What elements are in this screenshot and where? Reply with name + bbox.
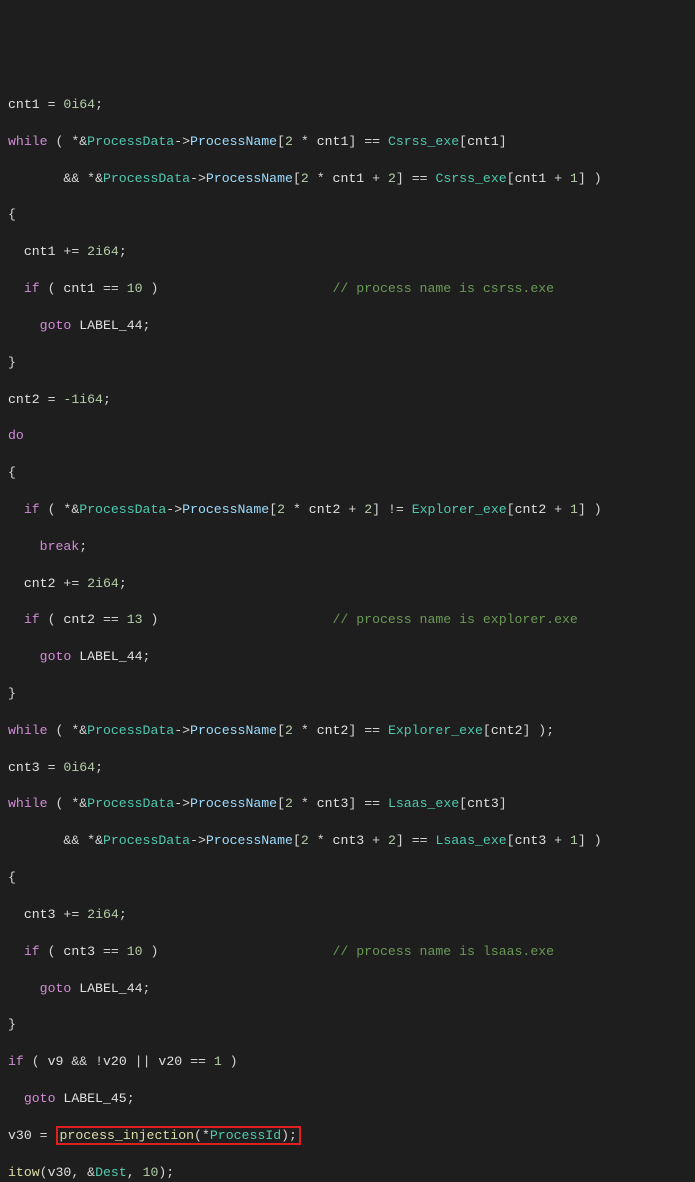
code-line: if ( cnt3 == 10 ) // process name is lsa… — [8, 943, 695, 961]
code-line: itow(v30, &Dest, 10); — [8, 1164, 695, 1182]
highlight-box: process_injection(*ProcessId); — [56, 1126, 301, 1145]
code-line: while ( *&ProcessData->ProcessName[2 * c… — [8, 795, 695, 813]
code-line: cnt3 += 2i64; — [8, 906, 695, 924]
code-line: cnt2 += 2i64; — [8, 575, 695, 593]
code-line: && *&ProcessData->ProcessName[2 * cnt1 +… — [8, 170, 695, 188]
code-line: goto LABEL_45; — [8, 1090, 695, 1108]
code-line: cnt1 += 2i64; — [8, 243, 695, 261]
code-line: goto LABEL_44; — [8, 648, 695, 666]
code-line: { — [8, 869, 695, 887]
code-line: break; — [8, 538, 695, 556]
code-line: v30 = process_injection(*ProcessId); — [8, 1127, 695, 1145]
code-line: if ( *&ProcessData->ProcessName[2 * cnt2… — [8, 501, 695, 519]
code-line: } — [8, 685, 695, 703]
code-line: } — [8, 354, 695, 372]
code-line: if ( cnt2 == 13 ) // process name is exp… — [8, 611, 695, 629]
code-line: if ( v9 && !v20 || v20 == 1 ) — [8, 1053, 695, 1071]
code-line: do — [8, 427, 695, 445]
code-block: cnt1 = 0i64; while ( *&ProcessData->Proc… — [8, 78, 695, 1182]
code-line: cnt1 = 0i64; — [8, 96, 695, 114]
code-line: while ( *&ProcessData->ProcessName[2 * c… — [8, 722, 695, 740]
code-line: } — [8, 1016, 695, 1034]
code-line: cnt2 = -1i64; — [8, 391, 695, 409]
code-line: && *&ProcessData->ProcessName[2 * cnt3 +… — [8, 832, 695, 850]
code-line: { — [8, 464, 695, 482]
code-line: goto LABEL_44; — [8, 980, 695, 998]
code-line: goto LABEL_44; — [8, 317, 695, 335]
code-line: { — [8, 206, 695, 224]
code-line: while ( *&ProcessData->ProcessName[2 * c… — [8, 133, 695, 151]
code-line: if ( cnt1 == 10 ) // process name is csr… — [8, 280, 695, 298]
code-line: cnt3 = 0i64; — [8, 759, 695, 777]
